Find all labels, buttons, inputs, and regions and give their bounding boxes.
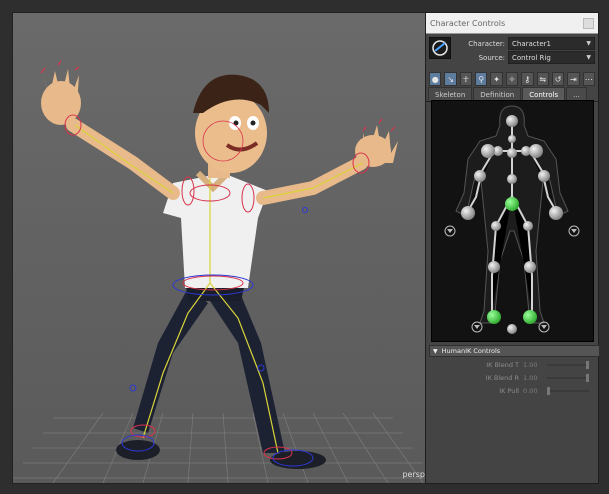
ik-blend-t-value[interactable]: 1.00 [523,361,547,369]
chevron-down-icon: ▼ [586,54,591,61]
ik-blend-t-label: IK Blend T [486,361,519,369]
mirror-icon[interactable]: ⇋ [536,72,549,86]
ik-pull-slider[interactable] [547,387,589,395]
pin-icon[interactable]: ✦ [490,72,503,86]
ik-pull-row: IK Pull 0.00 [429,385,595,397]
3d-viewport[interactable]: persp [12,12,428,484]
slider-knob[interactable] [586,374,589,382]
rig-toolbar: ● ↘ ☥ ⚲ ✦ ✧ ⚷ ⇋ ↺ ⇥ ⋯ [426,71,598,87]
source-dropdown[interactable]: Control Rig ▼ [508,51,595,64]
ik-blend-t-row: IK Blend T 1.00 [429,359,595,371]
character-row: Character: Character1 ▼ [455,37,595,50]
tab-definition[interactable]: Definition [473,87,522,101]
panel-titlebar[interactable]: Character Controls [426,13,598,34]
stance-icon[interactable]: ⇥ [567,72,580,86]
source-value: Control Rig [512,53,551,62]
source-label: Source: [478,53,505,62]
slider-knob[interactable] [547,387,550,395]
character-header: Character: Character1 ▼ Source: Control … [426,34,598,71]
ik-blend-r-label: IK Blend R [485,374,519,382]
humanik-logo-icon[interactable] [429,37,451,59]
chevron-down-icon: ▼ [586,40,591,47]
slider-knob[interactable] [586,361,589,369]
panel-title: Character Controls [430,18,506,28]
tab-controls[interactable]: Controls [522,87,566,101]
character-dropdown[interactable]: Character1 ▼ [508,37,595,50]
chevron-down-icon: ▼ [433,347,438,355]
humanik-figure-view[interactable] [431,100,594,342]
key-icon[interactable]: ⚷ [521,72,534,86]
full-body-icon[interactable]: ☥ [459,72,473,86]
ik-blend-r-row: IK Blend R 1.00 [429,372,595,384]
reset-icon[interactable]: ↺ [551,72,565,86]
release-icon[interactable]: ✧ [505,72,519,86]
ik-pull-value[interactable]: 0.00 [523,387,547,395]
edit-ik-icon[interactable]: ↘ [444,72,457,86]
humanik-figure [444,105,580,334]
ik-pull-label: IK Pull [499,387,519,395]
camera-label: persp [402,470,425,479]
tab-more[interactable]: ... [566,87,587,101]
body-part-icon[interactable]: ⚲ [475,72,488,86]
character-label: Character: [468,39,505,48]
ik-blend-r-value[interactable]: 1.00 [523,374,547,382]
character-controls-panel: Character Controls Character: Character1… [425,12,600,484]
more-icon[interactable]: ⋯ [582,72,595,86]
humanik-controls-section[interactable]: ▼ HumanIK Controls [429,345,600,357]
tab-skeleton[interactable]: Skeleton [428,87,473,101]
ik-blend-r-slider[interactable] [547,374,589,382]
character-scene [13,13,427,483]
select-rig-icon[interactable]: ● [429,72,442,86]
close-icon[interactable] [583,17,594,29]
ik-blend-t-slider[interactable] [547,361,589,369]
source-row: Source: Control Rig ▼ [455,51,595,64]
character-value: Character1 [512,39,552,48]
window-frame: persp Character Controls Character: Char… [0,0,609,494]
section-title: HumanIK Controls [441,347,501,355]
